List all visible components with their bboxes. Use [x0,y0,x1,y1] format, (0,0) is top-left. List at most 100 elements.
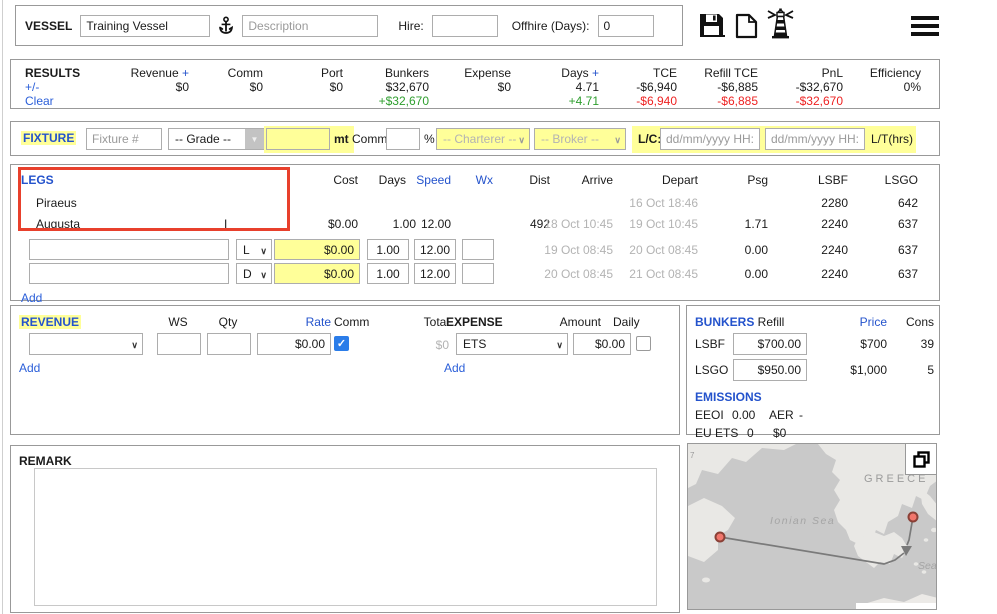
comm-percent-input[interactable] [386,128,420,150]
leg-lsgo: 637 [828,217,918,231]
leg-type-select[interactable]: D [236,263,272,284]
leg-wx-input[interactable] [462,263,494,284]
hire-label: Hire: [398,19,423,33]
save-icon[interactable] [698,12,725,42]
mt-label: mt [334,132,349,146]
leg-wx-input[interactable] [462,239,494,260]
price-header[interactable]: Price [837,315,887,329]
quantity-input[interactable] [266,128,330,150]
euets-value: 0 [747,426,754,440]
results-col-refill-tce: Refill TCE -$6,885 -$6,885 [662,66,758,108]
laycan-to-input[interactable] [765,128,865,150]
window-edge-line [2,0,3,614]
legs-panel: LEGS Cost Days Speed Wx Dist Arrive Depa… [10,164,940,301]
leg-arrive: 19 Oct 08:45 [523,243,613,257]
eeoi-value: 0.00 [732,408,755,422]
vessel-name-input[interactable] [80,15,210,37]
charterer-select[interactable]: -- Charterer -- [436,128,530,150]
fixture-panel: FIXTURE -- Grade -- mt Comm % -- Charter… [10,121,940,156]
qty-header: Qty [205,315,251,329]
clear-link[interactable]: Clear [25,94,80,108]
aer-label: AER [769,408,794,422]
euets-cost: $0 [773,426,786,440]
results-title: RESULTS [25,66,80,80]
add-revenue-link[interactable]: Add [19,361,40,375]
revenue-comm-checkbox[interactable] [334,336,349,351]
new-document-icon[interactable] [734,13,759,42]
refill-tce-value: -$6,885 [662,80,758,94]
amount-header: Amount [545,315,601,329]
revenue-type-select[interactable] [29,333,143,355]
ws-input[interactable] [157,333,201,355]
fuel-label: LSGO [695,363,728,377]
lsgo-refill-input[interactable] [733,359,807,381]
leg-type-select[interactable]: L [236,239,272,260]
port-marker-augusta[interactable] [716,533,725,542]
add-leg-link[interactable]: Add [21,291,42,305]
leg-lsgo: 642 [828,196,918,210]
lighthouse-icon[interactable] [764,5,797,44]
euets-label: EU ETS [695,426,738,440]
lsbf-refill-input[interactable] [733,333,807,355]
efficiency-value: 0% [825,80,921,94]
broker-select[interactable]: -- Broker -- [534,128,626,150]
chevron-down-icon [245,129,264,149]
leg-lsgo: 637 [828,267,918,281]
lsgo-price: $1,000 [837,363,887,377]
route-map[interactable]: 7 GREECE Ionian Sea Sea Mediterranean [687,443,937,610]
vessel-label: VESSEL [25,19,72,33]
plus-minus-link[interactable]: +/- [25,80,80,94]
map-sea-label: Ionian Sea [770,515,835,527]
aer-value: - [799,408,803,422]
rate-input[interactable] [257,333,331,355]
anchor-icon[interactable] [218,16,234,35]
fixture-number-input[interactable] [86,128,162,150]
comm-label: Comm [352,132,387,146]
leg-speed-input[interactable] [414,239,456,260]
leg-psg: 0.00 [678,267,768,281]
rate-header[interactable]: Rate [257,315,331,329]
legs-header-lsbf: LSBF [768,173,848,187]
hire-input[interactable] [432,15,498,37]
revenue-expense-panel: REVENUE WS Qty Rate Comm Total $0 Add EX… [10,305,680,435]
refill-header: Refill [743,315,799,329]
leg-port-input[interactable] [29,263,229,284]
leg-lsgo: 637 [828,243,918,257]
leg-days-input[interactable] [367,263,409,284]
expense-daily-checkbox[interactable] [636,336,651,351]
grade-select[interactable]: -- Grade -- [168,128,265,150]
port-value: $0 [247,80,343,94]
expand-map-button[interactable] [905,444,936,475]
leg-cost-input[interactable] [274,239,360,260]
remark-title: REMARK [19,454,72,468]
leg-speed-input[interactable] [414,263,456,284]
qty-input[interactable] [207,333,251,355]
laycan-from-input[interactable] [660,128,760,150]
port-marker-piraeus[interactable] [909,513,918,522]
laytime-label: L/T(hrs) [871,132,913,146]
results-col-efficiency: Efficiency 0% [825,66,921,94]
legs-title: LEGS [21,173,54,187]
leg-port-input[interactable] [29,239,229,260]
percent-label: % [424,132,435,146]
expense-title: EXPENSE [446,315,503,329]
chevron-down-icon [556,337,563,351]
amount-input[interactable] [573,333,631,355]
add-expense-link[interactable]: Add [444,361,465,375]
expense-value: $0 [415,80,511,94]
leg-marker: I [224,217,244,231]
remark-textarea[interactable] [34,468,657,606]
offhire-label: Offhire (Days): [512,19,590,33]
leg-cost-input[interactable] [274,263,360,284]
leg-speed: 12.00 [361,217,451,231]
legs-header-arrive: Arrive [533,173,613,187]
leg-days-input[interactable] [367,239,409,260]
map-corner-label: 7 [690,451,695,460]
expense-type-select[interactable]: ETS [456,333,568,355]
offhire-input[interactable] [598,15,654,37]
legs-header-psg: Psg [688,173,768,187]
menu-icon[interactable] [911,16,939,36]
map-canvas: 7 GREECE Ionian Sea Sea Mediterranean [688,444,937,610]
description-input[interactable] [242,15,378,37]
lsgo-cons: 5 [894,363,934,377]
